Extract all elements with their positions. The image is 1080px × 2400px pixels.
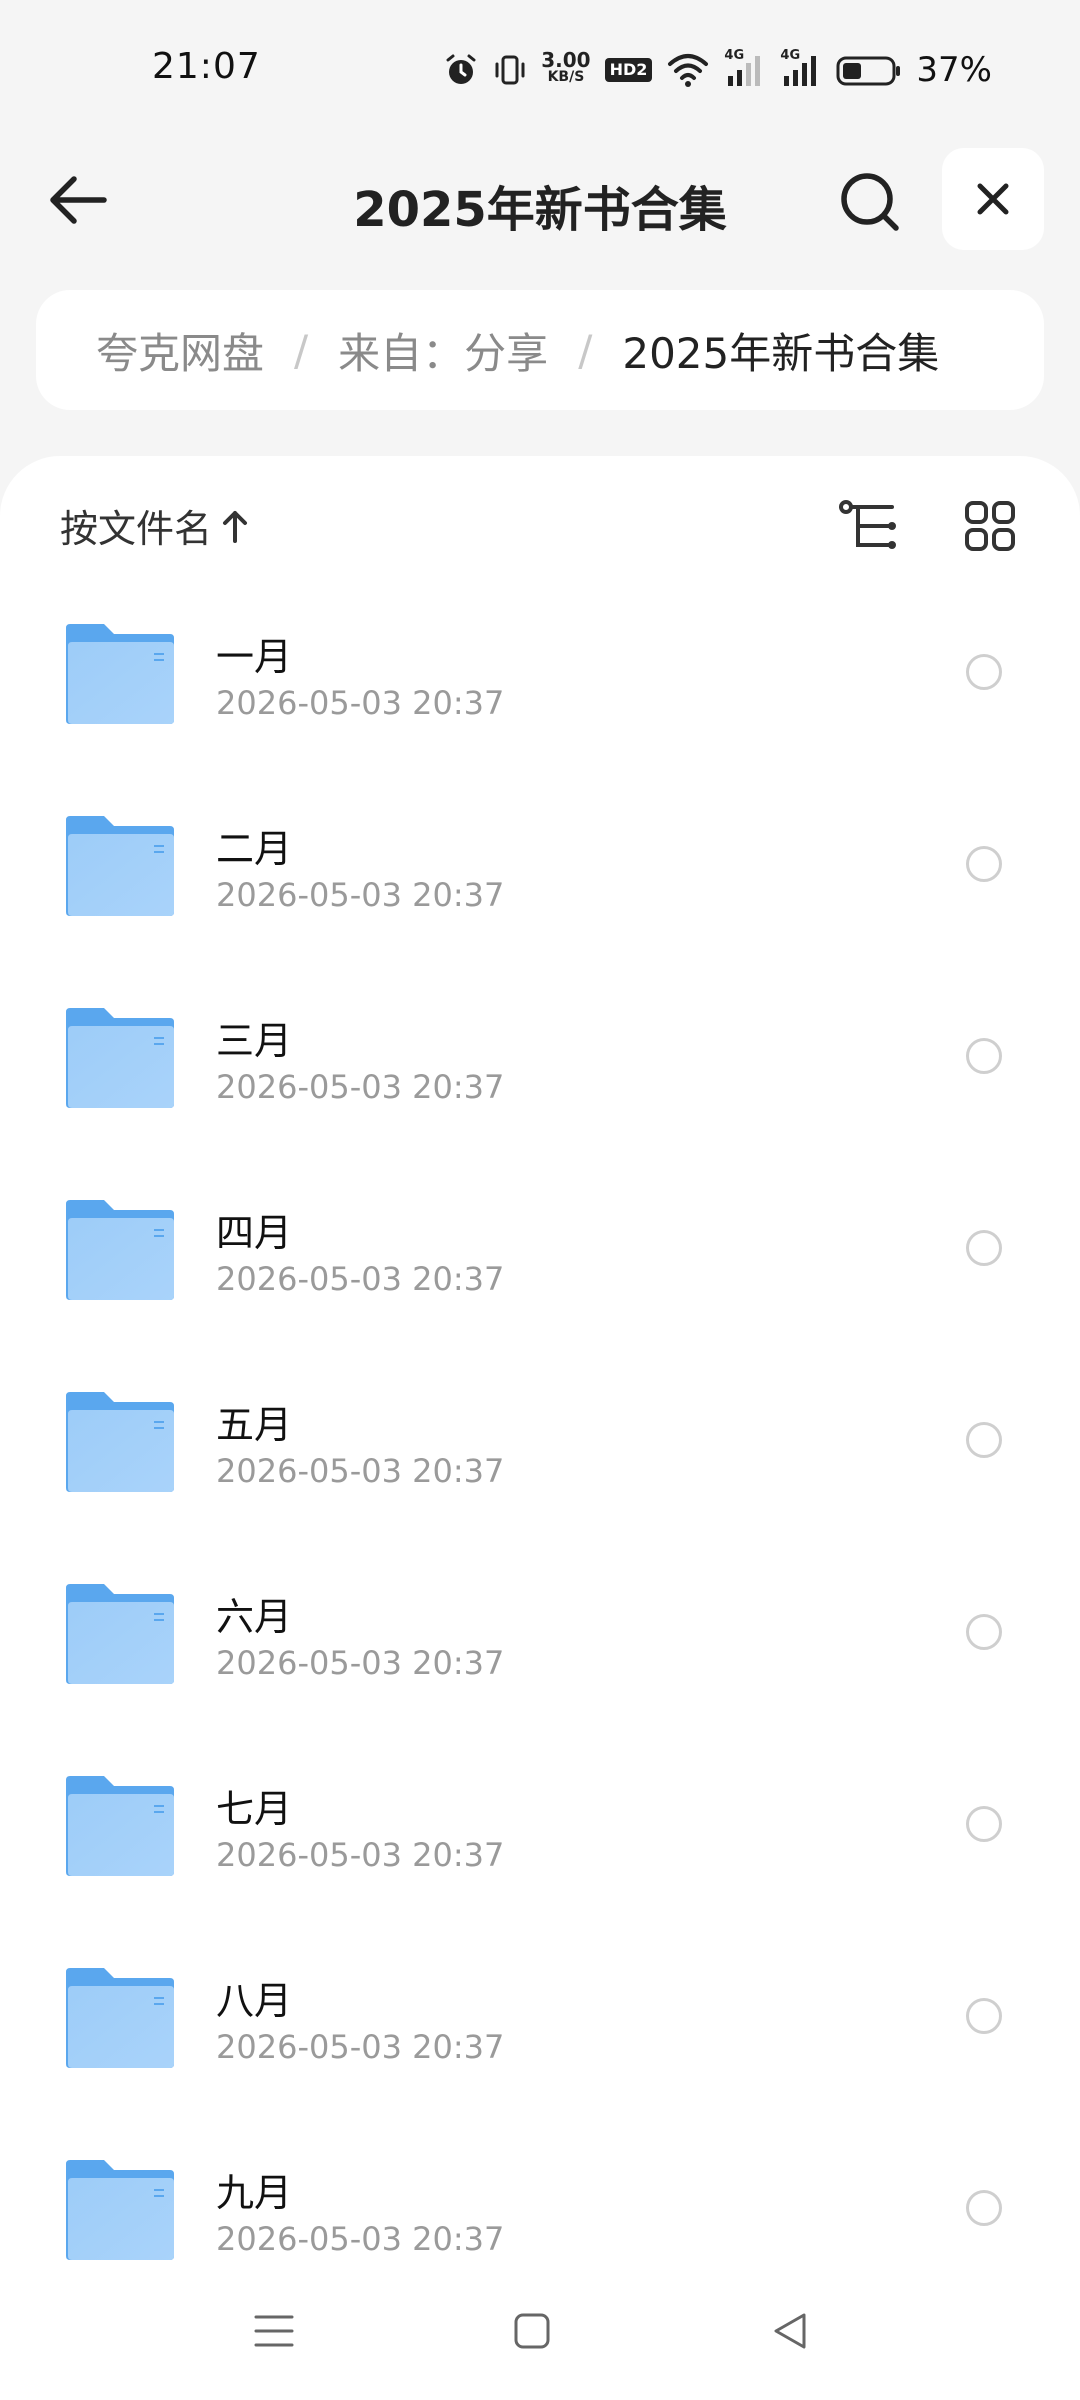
breadcrumb-separator: /	[294, 325, 309, 375]
wifi-icon	[666, 50, 710, 90]
navigation-bar	[0, 2266, 1080, 2400]
select-checkbox[interactable]	[966, 1806, 1002, 1842]
home-button[interactable]	[492, 2296, 572, 2366]
file-date: 2026-05-03 20:37	[216, 1452, 505, 1490]
net-speed: 3.00 KB/S	[541, 50, 590, 90]
file-name: 六月	[216, 1595, 293, 1639]
list-item[interactable]: 一月 2026-05-03 20:37	[0, 586, 1080, 778]
breadcrumb: 夸克网盘 / 来自：分享 / 2025年新书合集	[36, 290, 1044, 410]
select-checkbox[interactable]	[966, 1038, 1002, 1074]
back-button[interactable]	[46, 170, 110, 230]
sort-bar: 按文件名	[0, 456, 1080, 592]
folder-icon	[66, 1008, 174, 1108]
signal-2-icon: 4G	[780, 48, 822, 90]
hd-icon: HD2	[604, 50, 653, 90]
breadcrumb-item-shared[interactable]: 来自：分享	[338, 320, 548, 381]
tree-view-button[interactable]	[836, 494, 900, 558]
breadcrumb-item-current: 2025年新书合集	[622, 328, 940, 378]
select-checkbox[interactable]	[966, 1998, 1002, 2034]
signal-1-label: 4G	[724, 48, 745, 63]
menu-icon	[254, 2315, 294, 2347]
arrow-up-icon	[223, 510, 248, 543]
folder-icon	[66, 624, 174, 724]
file-list: 一月 2026-05-03 20:37 二月 2026-05-03 20:37 …	[0, 586, 1080, 2266]
title-bar: 2025年新书合集	[0, 148, 1080, 252]
list-item[interactable]: 三月 2026-05-03 20:37	[0, 970, 1080, 1162]
list-item[interactable]: 八月 2026-05-03 20:37	[0, 1930, 1080, 2122]
folder-icon	[66, 1200, 174, 1300]
file-name: 三月	[216, 1019, 293, 1063]
list-item[interactable]: 四月 2026-05-03 20:37	[0, 1162, 1080, 1354]
home-icon	[514, 2313, 550, 2349]
file-name: 五月	[216, 1403, 293, 1447]
folder-icon	[66, 1584, 174, 1684]
close-button[interactable]	[942, 148, 1044, 250]
list-item[interactable]: 六月 2026-05-03 20:37	[0, 1546, 1080, 1738]
list-item[interactable]: 七月 2026-05-03 20:37	[0, 1738, 1080, 1930]
file-name: 八月	[216, 1979, 293, 2023]
select-checkbox[interactable]	[966, 1230, 1002, 1266]
list-item[interactable]: 五月 2026-05-03 20:37	[0, 1354, 1080, 1546]
page-title: 2025年新书合集	[353, 182, 727, 238]
file-date: 2026-05-03 20:37	[216, 684, 505, 722]
file-date: 2026-05-03 20:37	[216, 1836, 505, 1874]
net-speed-value: 3.00	[541, 48, 591, 72]
file-name: 四月	[216, 1211, 293, 1255]
file-name: 九月	[216, 2171, 293, 2215]
arrow-left-icon	[50, 176, 107, 224]
file-date: 2026-05-03 20:37	[216, 876, 505, 914]
select-checkbox[interactable]	[966, 1422, 1002, 1458]
file-name: 七月	[216, 1787, 293, 1831]
net-speed-unit: KB/S	[547, 69, 585, 85]
select-checkbox[interactable]	[966, 1614, 1002, 1650]
recents-button[interactable]	[234, 2296, 314, 2366]
select-checkbox[interactable]	[966, 846, 1002, 882]
breadcrumb-item-root[interactable]: 夸克网盘	[96, 320, 264, 381]
signal-2-label: 4G	[780, 48, 801, 63]
hd-label: HD2	[604, 58, 653, 82]
file-date: 2026-05-03 20:37	[216, 2220, 505, 2258]
select-checkbox[interactable]	[966, 2190, 1002, 2226]
breadcrumb-separator: /	[578, 325, 593, 375]
list-item[interactable]: 二月 2026-05-03 20:37	[0, 778, 1080, 970]
folder-icon	[66, 1776, 174, 1876]
search-icon	[841, 173, 899, 231]
grid-view-button[interactable]	[958, 494, 1022, 558]
tree-view-icon	[839, 500, 896, 549]
status-time: 21:07	[152, 46, 261, 87]
file-date: 2026-05-03 20:37	[216, 1644, 505, 1682]
battery-icon	[836, 50, 902, 90]
status-bar: 21:07 3.00 KB/S HD2 4G 4G 37%	[0, 0, 1080, 140]
file-date: 2026-05-03 20:37	[216, 1068, 505, 1106]
vibrate-icon	[493, 50, 527, 90]
status-icons: 3.00 KB/S HD2 4G 4G 37%	[443, 48, 992, 92]
file-name: 二月	[216, 827, 293, 871]
sort-label: 按文件名	[60, 507, 213, 551]
file-list-panel: 按文件名 一月 2026-05-03 20:37 二月 2026-05-03 2…	[0, 456, 1080, 2266]
folder-icon	[66, 1968, 174, 2068]
search-button[interactable]	[836, 168, 904, 236]
battery-percent: 37%	[916, 50, 992, 90]
close-icon	[977, 183, 1009, 215]
back-nav-button[interactable]	[750, 2296, 830, 2366]
list-item[interactable]: 九月 2026-05-03 20:37	[0, 2122, 1080, 2266]
folder-icon	[66, 816, 174, 916]
select-checkbox[interactable]	[966, 654, 1002, 690]
back-triangle-icon	[774, 2313, 806, 2349]
file-date: 2026-05-03 20:37	[216, 2028, 505, 2066]
grid-view-icon	[965, 501, 1015, 551]
folder-icon	[66, 1392, 174, 1492]
sort-by-name-button[interactable]: 按文件名	[60, 498, 248, 553]
signal-1-icon: 4G	[724, 48, 766, 90]
folder-icon	[66, 2160, 174, 2260]
alarm-icon	[443, 50, 479, 90]
file-name: 一月	[216, 635, 293, 679]
file-date: 2026-05-03 20:37	[216, 1260, 505, 1298]
